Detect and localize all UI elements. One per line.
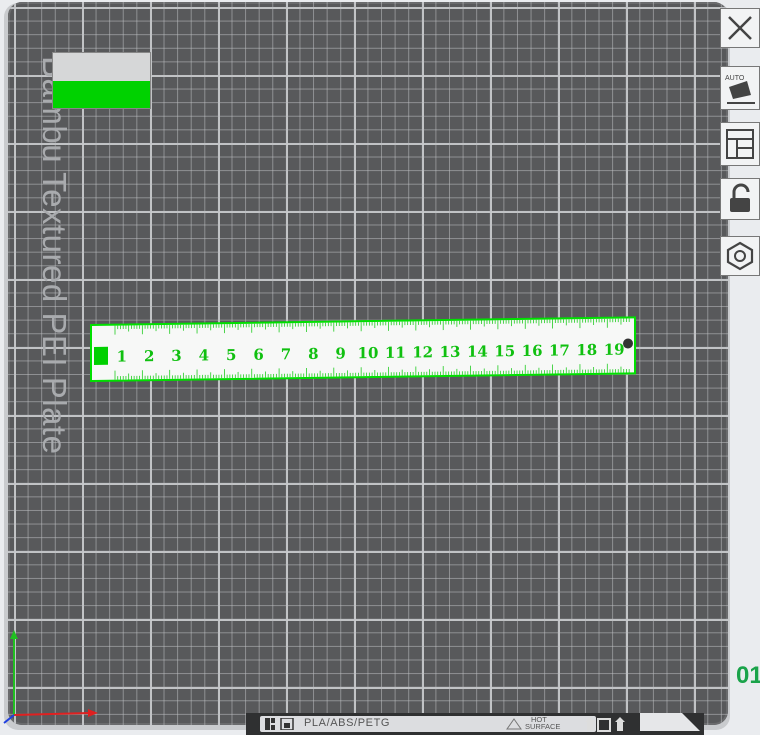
plate-orientation-icon <box>585 717 625 732</box>
lock-button[interactable] <box>720 178 760 220</box>
ruler-number: 17 <box>549 341 570 359</box>
plate-badge: PLA/ABS/PETG HOT SURFACE <box>246 713 704 735</box>
arrange-icon <box>726 129 754 159</box>
ruler-number: 16 <box>522 342 543 360</box>
ruler-number: 3 <box>171 347 181 365</box>
warning-triangle-icon <box>506 718 522 730</box>
arrange-button[interactable] <box>720 122 760 166</box>
ruler-number: 8 <box>308 345 318 363</box>
axis-gizmo <box>3 630 98 724</box>
ruler-number: 14 <box>467 342 488 360</box>
hot-surface-label: HOT SURFACE <box>525 715 561 731</box>
close-icon <box>728 16 752 40</box>
ruler-number: 18 <box>576 341 597 359</box>
hex-nut-icon <box>726 241 754 271</box>
ruler-number: 7 <box>281 345 291 363</box>
ruler-model[interactable]: 1 2 3 4 5 6 7 8 9 10 11 12 13 14 15 16 17 18 19 <box>90 307 636 383</box>
ruler-number: 4 <box>199 346 209 364</box>
ruler-number: 13 <box>440 343 461 361</box>
ruler-number: 15 <box>494 342 515 360</box>
plate-corner-tab <box>640 713 700 731</box>
auto-orient-button[interactable]: AUTO <box>720 66 760 110</box>
ruler-number: 9 <box>335 344 345 362</box>
ruler-end-block <box>94 346 108 365</box>
plate-settings-button[interactable] <box>720 236 760 276</box>
ruler-number: 2 <box>144 347 154 365</box>
bambu-logo-icon <box>265 718 294 730</box>
plate-label: Bambu Textured PEI Plate <box>36 56 73 455</box>
ruler-number: 5 <box>226 346 236 364</box>
side-value: 01 <box>736 662 760 689</box>
svg-text:AUTO: AUTO <box>725 75 745 82</box>
ruler-number: 12 <box>412 343 433 361</box>
ruler-number: 19 <box>604 341 625 359</box>
auto-orient-icon: AUTO <box>725 75 755 104</box>
filament-color-swatch <box>52 52 151 109</box>
lock-icon <box>730 183 750 212</box>
ruler-number: 10 <box>358 344 379 362</box>
ruler-number: 1 <box>117 347 127 365</box>
filament-compat-label: PLA/ABS/PETG <box>304 717 391 729</box>
ruler-number: 6 <box>253 346 263 364</box>
ruler-number: 11 <box>385 344 406 362</box>
close-button[interactable] <box>720 8 760 48</box>
